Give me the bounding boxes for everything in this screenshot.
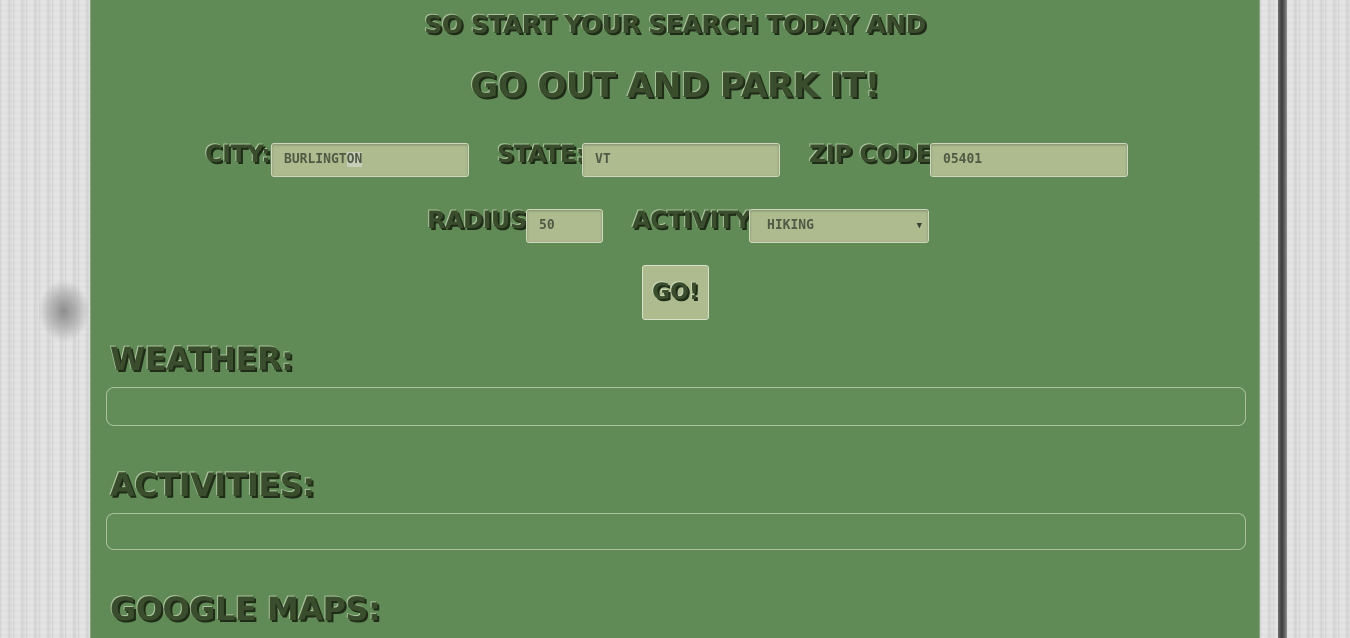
city-label: City: xyxy=(205,140,271,168)
city-value: BURLINGT xyxy=(284,152,347,167)
zip-code-input[interactable]: 05401 xyxy=(930,143,1128,177)
main-panel: So start your search today and Go out an… xyxy=(90,0,1260,638)
wood-background-right xyxy=(1260,0,1350,638)
chevron-down-icon: ▼ xyxy=(916,221,922,231)
radius-value: 50 xyxy=(539,218,555,233)
activities-heading: Activities: xyxy=(110,466,315,504)
city-value-selection: ON xyxy=(346,152,363,167)
weather-heading: Weather: xyxy=(110,340,294,378)
zip-code-label: Zip Code: xyxy=(809,140,941,168)
zip-code-value: 05401 xyxy=(943,152,983,167)
radius-label: Radius: xyxy=(427,206,536,234)
city-input[interactable]: BURLINGTON xyxy=(271,143,469,177)
activity-selected-value: HIKING xyxy=(767,218,814,233)
state-label: State: xyxy=(497,140,585,168)
tagline: So start your search today and xyxy=(424,10,926,39)
wood-plank-gap xyxy=(1278,0,1287,638)
page-title: Go out and park it! xyxy=(470,66,880,106)
go-button[interactable]: Go! xyxy=(642,265,709,320)
wood-knot xyxy=(38,280,90,342)
weather-results-box xyxy=(106,387,1246,426)
state-input[interactable]: VT xyxy=(582,143,780,177)
radius-input[interactable]: 50 xyxy=(526,209,603,243)
google-maps-heading: Google Maps: xyxy=(110,590,381,628)
state-value: VT xyxy=(595,152,611,167)
activities-results-box xyxy=(106,513,1246,550)
activity-label: Activity: xyxy=(632,206,758,234)
activity-select[interactable]: HIKING ▼ xyxy=(749,209,929,243)
